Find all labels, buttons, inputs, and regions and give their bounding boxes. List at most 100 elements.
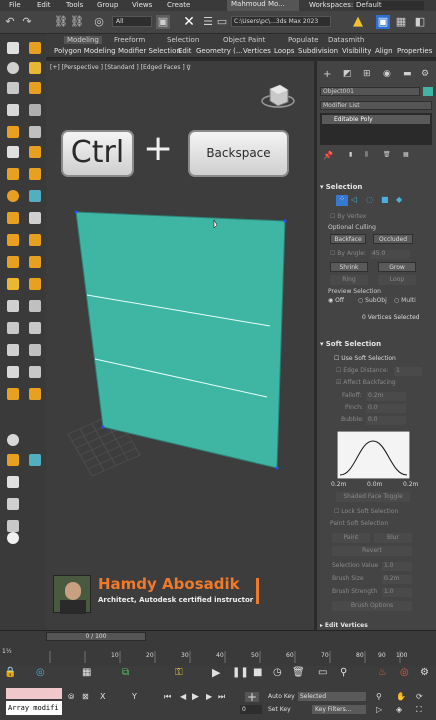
- select-by-name-icon[interactable]: ☰: [201, 15, 215, 29]
- selection-value-spinner[interactable]: 1.0: [382, 562, 412, 571]
- walk-icon[interactable]: ⚲: [340, 668, 347, 678]
- backface-button[interactable]: Backface: [330, 234, 366, 244]
- object-name-field[interactable]: Object001: [320, 87, 420, 96]
- skylight-icon[interactable]: [7, 256, 19, 268]
- menu-create[interactable]: Create: [167, 1, 190, 9]
- sun-icon[interactable]: [29, 234, 41, 246]
- fire-icon[interactable]: ♨: [378, 668, 387, 678]
- key-icon[interactable]: ⚿: [175, 668, 183, 678]
- display-icon[interactable]: [29, 126, 41, 138]
- play-small-icon[interactable]: ▶: [192, 692, 199, 702]
- ribbon-edit[interactable]: Edit: [178, 47, 192, 55]
- prev-key-icon[interactable]: ⏮: [164, 692, 171, 702]
- rect-selection-icon[interactable]: ▭: [215, 15, 229, 29]
- next-frame-icon[interactable]: ▶: [206, 692, 212, 702]
- undo-icon[interactable]: ↶: [3, 15, 17, 29]
- isolate-selection-icon[interactable]: ⦾: [68, 692, 74, 702]
- remove-modifier-icon[interactable]: 🗑: [383, 151, 391, 158]
- scene-states-icon[interactable]: [7, 520, 19, 532]
- selection-lock-icon[interactable]: ⊠: [82, 692, 89, 702]
- maxscript-listener-input[interactable]: Array modifi: [6, 701, 62, 715]
- coord-y-icon[interactable]: Y: [132, 692, 137, 702]
- show-end-result-icon[interactable]: ▮: [349, 151, 352, 158]
- delete-icon[interactable]: 🗑: [292, 668, 305, 678]
- helper-icon[interactable]: [29, 82, 41, 94]
- by-vertex-checkbox[interactable]: ☐ By Vertex: [330, 213, 366, 220]
- lock-icon[interactable]: 🔒: [4, 668, 16, 678]
- next-key-icon[interactable]: ⏭: [218, 692, 225, 702]
- workspace-select[interactable]: Default: [354, 1, 424, 10]
- occluded-button[interactable]: Occluded: [373, 234, 413, 244]
- layout-icon[interactable]: ▦: [394, 15, 408, 29]
- vertex[interactable]: [101, 425, 105, 429]
- plant-icon[interactable]: [29, 366, 41, 378]
- light-icon[interactable]: [29, 62, 41, 74]
- viewcube-icon[interactable]: [261, 84, 295, 108]
- nurbs-icon[interactable]: [29, 388, 41, 400]
- ribbon-loops[interactable]: Loops: [274, 47, 294, 55]
- walk-through-icon[interactable]: ◈: [396, 705, 402, 715]
- falloff-spinner[interactable]: 0.2m: [366, 392, 406, 401]
- menu-group[interactable]: Group: [97, 1, 118, 9]
- render-frame-icon[interactable]: [7, 476, 19, 488]
- play-button[interactable]: ▶: [212, 667, 220, 678]
- use-soft-selection-checkbox[interactable]: ☐ Use Soft Selection: [334, 355, 396, 362]
- target-icon[interactable]: [29, 212, 41, 224]
- orbit-icon[interactable]: ⟳: [416, 692, 423, 702]
- render-setup-icon[interactable]: [29, 454, 41, 466]
- preview-subobj-radio[interactable]: ○ SubObj: [358, 297, 387, 304]
- brush-options-button[interactable]: Brush Options: [332, 601, 412, 611]
- time-slider[interactable]: 0 / 100: [46, 632, 146, 641]
- modifier-list-select[interactable]: Modifier List: [320, 101, 432, 110]
- bind-spacewarp-icon[interactable]: ◎: [92, 15, 106, 29]
- vray-icon[interactable]: [7, 532, 19, 544]
- photometric-icon[interactable]: [29, 278, 41, 290]
- display-tab-icon[interactable]: ▬: [403, 69, 412, 79]
- blur-button[interactable]: Blur: [374, 533, 412, 543]
- ribbon-tab-datasmith[interactable]: Datasmith: [328, 36, 364, 44]
- selection-rollout-title[interactable]: ▾ Selection: [320, 183, 432, 193]
- save-icon[interactable]: ▣: [376, 15, 390, 29]
- brush-size-spinner[interactable]: 0.2m: [382, 575, 412, 584]
- affect-backfacing-checkbox[interactable]: ☑ Affect Backfacing: [336, 379, 396, 386]
- coord-x-icon[interactable]: X: [100, 692, 105, 702]
- mini-curve-icon[interactable]: 1½: [2, 648, 12, 655]
- motion-tab-icon[interactable]: ◉: [383, 69, 391, 79]
- viewport-layout-icon[interactable]: ▭: [318, 668, 327, 678]
- close-icon[interactable]: ✕: [182, 15, 196, 29]
- tree-icon[interactable]: [7, 366, 19, 378]
- loop-button[interactable]: Loop: [378, 275, 416, 285]
- pan-icon[interactable]: ✋: [396, 692, 406, 702]
- omni-light-icon[interactable]: [7, 234, 19, 246]
- ribbon-tab-modeling[interactable]: Modeling: [64, 36, 102, 44]
- patch-icon[interactable]: [7, 388, 19, 400]
- scene-explorer-icon[interactable]: [7, 42, 19, 54]
- particle-icon[interactable]: [7, 322, 19, 334]
- add-key-icon[interactable]: +: [245, 691, 259, 703]
- box-icon[interactable]: [7, 300, 19, 312]
- hierarchy-icon[interactable]: [29, 104, 41, 116]
- pause-button[interactable]: ❚❚: [232, 668, 249, 678]
- pin-stack-icon[interactable]: 📌: [323, 151, 333, 160]
- set-key-button[interactable]: Set Key: [268, 705, 291, 715]
- bubble-spinner[interactable]: 0.0: [366, 416, 406, 425]
- grid-icon[interactable]: ▦: [82, 668, 91, 678]
- select-object-icon[interactable]: ▣: [156, 15, 170, 29]
- torus-icon[interactable]: [29, 168, 41, 180]
- edge-distance-checkbox[interactable]: ☐ Edge Distance:: [336, 367, 389, 374]
- menu-views[interactable]: Views: [132, 1, 152, 9]
- lock-soft-selection-checkbox[interactable]: ☐ Lock Soft Selection: [334, 508, 398, 515]
- render-icon[interactable]: ◧: [413, 15, 427, 29]
- ribbon-modifier-selection[interactable]: Modifier Selection: [118, 47, 181, 55]
- time-config-icon[interactable]: ◷: [273, 668, 282, 678]
- maximize-viewport-icon[interactable]: ⛶: [416, 705, 422, 715]
- spacewarp-icon[interactable]: [29, 322, 41, 334]
- ribbon-geometry[interactable]: Geometry (...: [196, 47, 243, 55]
- border-mode-icon[interactable]: ◌: [366, 195, 373, 204]
- stack-item-editable-poly[interactable]: Editable Poly: [322, 115, 430, 124]
- current-frame-field[interactable]: 0: [240, 705, 262, 714]
- edge-distance-spinner[interactable]: 1: [394, 367, 422, 376]
- window-tab[interactable]: Mahmoud Mo...: [227, 0, 299, 11]
- hierarchy-tab-icon[interactable]: ⊞: [363, 69, 371, 79]
- starburst-icon[interactable]: [7, 278, 19, 290]
